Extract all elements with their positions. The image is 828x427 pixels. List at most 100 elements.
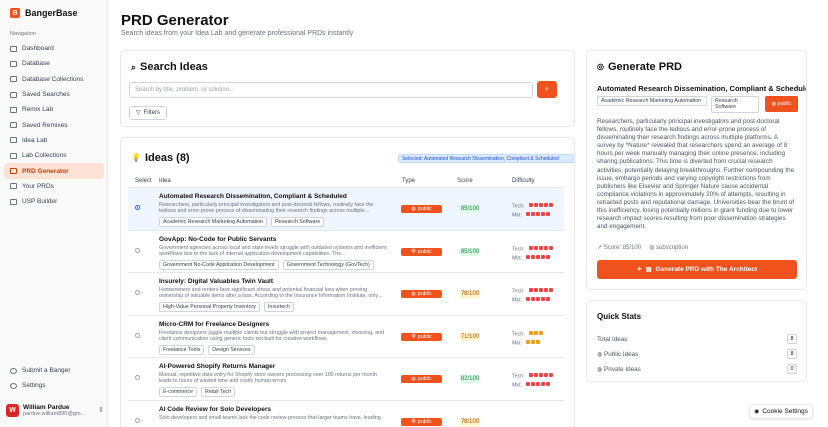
- filter-icon: ▽: [136, 110, 141, 116]
- sidebar-item-database-collections[interactable]: Database Collections: [4, 72, 104, 87]
- idea-tags: Government No-Code Application Developme…: [159, 259, 374, 270]
- difficulty-dot: [538, 373, 543, 377]
- generate-tag: Research Software: [711, 96, 759, 113]
- sidebar-item-prd-generator[interactable]: PRD Generator: [4, 163, 104, 179]
- sidebar-item-label: Database Collections: [22, 75, 84, 83]
- quick-stats-title: Quick Stats: [597, 312, 642, 321]
- generate-tag: Academic Research Marketing Automation: [597, 96, 707, 107]
- difficulty-dot: [533, 373, 538, 377]
- difficulty-dot: [533, 245, 538, 250]
- difficulty-dots: [528, 372, 554, 381]
- globe-icon: ◍: [411, 205, 416, 212]
- table-row[interactable]: Insurely: Digital Valuables Twin Vault Ho…: [128, 272, 564, 315]
- select-radio[interactable]: [135, 247, 140, 253]
- difficulty-dots: [526, 296, 551, 305]
- idea-tags: E-commerce Retail Tech: [159, 387, 236, 397]
- idea-tag: High-Value Personal Property Inventory: [159, 302, 260, 312]
- sidebar-item-settings[interactable]: Settings: [4, 378, 104, 393]
- select-radio[interactable]: [135, 375, 140, 380]
- cookie-settings-button[interactable]: ◉ Cookie Settings: [749, 404, 813, 419]
- globe-icon: ◍: [411, 375, 416, 382]
- user-menu[interactable]: W William Pardue pardue.william890@gm...…: [6, 400, 104, 420]
- col-type: Type: [402, 178, 416, 184]
- difficulty: Tech: Mkt:: [512, 330, 544, 348]
- table-row[interactable]: AI Code Review for Solo Developers Solo d…: [128, 399, 564, 427]
- idea-description: Homeowners and renters face significant …: [159, 287, 383, 300]
- difficulty-dot: [526, 382, 531, 387]
- sidebar-item-saved-remixes[interactable]: Saved Remixes: [4, 117, 104, 132]
- score-badge: 85/100: [460, 247, 480, 256]
- search-input[interactable]: Search by title, problem, or solution...: [129, 82, 533, 98]
- difficulty-line: Mkt:: [512, 339, 544, 348]
- idea-tag: Research Software: [271, 217, 325, 227]
- cookie-icon: ◉: [754, 408, 760, 415]
- sidebar-item-lab-collections[interactable]: Lab Collections: [4, 148, 104, 163]
- difficulty-dot: [541, 254, 546, 259]
- sidebar-item-remix-lab[interactable]: Remix Lab: [4, 102, 104, 117]
- sidebar-item-submit-a-banger[interactable]: Submit a Banger: [4, 363, 104, 378]
- folder-icon: [10, 91, 17, 98]
- search-button[interactable]: ⌕: [537, 81, 557, 98]
- generate-title-text: Generate PRD: [607, 61, 682, 73]
- globe-icon: ◍: [649, 245, 655, 251]
- folder-icon: [10, 76, 17, 83]
- table-row[interactable]: Micro-CRM for Freelance Designers Freelan…: [128, 314, 564, 358]
- chevron-updown-icon[interactable]: ⇕: [98, 407, 104, 414]
- sidebar-item-idea-lab[interactable]: Idea Lab: [4, 133, 104, 148]
- type-badge: ◍ public: [401, 417, 442, 426]
- difficulty-dot: [533, 203, 538, 207]
- sidebar-item-label: Submit a Banger: [22, 367, 71, 375]
- idea-title: AI Code Review for Solo Developers: [159, 405, 271, 413]
- difficulty-line: Mkt:: [512, 211, 554, 220]
- type-badge: ◍ public: [401, 290, 442, 298]
- folder-icon: [10, 152, 17, 159]
- stat-public-value: 8: [787, 349, 797, 359]
- table-row[interactable]: Automated Research Dissemination, Compli…: [128, 187, 564, 230]
- difficulty-label: Mkt:: [512, 255, 523, 262]
- difficulty-label: Tech:: [512, 373, 525, 380]
- sidebar-item-label: Settings: [22, 382, 46, 390]
- select-radio[interactable]: [135, 205, 140, 210]
- generate-title: ◎ Generate PRD: [597, 61, 682, 73]
- idea-description: Government agencies across local and sta…: [159, 244, 387, 257]
- difficulty-dot: [536, 297, 541, 302]
- model-meta-text: subscription: [655, 245, 688, 251]
- difficulty-dot: [546, 212, 551, 217]
- generate-prd-button[interactable]: ✦ ▤ Generate PRD with The Architect: [597, 260, 797, 279]
- sidebar-item-usp-builder[interactable]: USP Builder: [4, 194, 104, 209]
- generate-idea-title: Automated Research Dissemination, Compli…: [597, 84, 807, 93]
- difficulty-dot: [541, 382, 546, 387]
- sidebar-item-label: Database: [22, 60, 50, 68]
- sidebar-item-dashboard[interactable]: Dashboard: [4, 41, 104, 56]
- folder-icon: [10, 122, 17, 129]
- difficulty-dot: [531, 212, 536, 217]
- idea-title: Automated Research Dissemination, Compli…: [159, 193, 347, 200]
- sidebar-item-database[interactable]: Database: [4, 56, 104, 71]
- difficulty-dots: [528, 245, 554, 254]
- difficulty-dot: [543, 288, 548, 292]
- sidebar-item-saved-searches[interactable]: Saved Searches: [4, 87, 104, 102]
- filters-button[interactable]: ▽ Filters: [129, 106, 167, 120]
- difficulty: Tech: Mkt:: [512, 202, 554, 220]
- brand[interactable]: B BangerBase: [10, 8, 78, 18]
- select-radio[interactable]: [135, 332, 140, 338]
- sidebar-item-label: USP Builder: [22, 198, 58, 206]
- difficulty-label: Mkt:: [512, 297, 523, 304]
- score-badge: 82/100: [460, 375, 480, 383]
- sidebar-item-label: PRD Generator: [22, 167, 69, 175]
- difficulty-dot: [543, 203, 548, 207]
- search-icon: ⌕: [545, 86, 549, 93]
- stat-private-label-wrap: ◍ Private Ideas: [597, 366, 641, 373]
- type-text: public: [417, 376, 432, 382]
- sidebar-item-your-prds[interactable]: Your PRDs: [4, 179, 104, 194]
- difficulty-dot: [531, 339, 536, 344]
- sidebar-bottom: Submit a Banger Settings: [4, 363, 104, 394]
- difficulty-label: Tech:: [512, 288, 525, 295]
- select-radio[interactable]: [135, 417, 140, 423]
- type-text: public: [417, 418, 432, 425]
- select-radio[interactable]: [135, 290, 140, 295]
- page-subtitle: Search ideas from your Idea Lab and gene…: [121, 30, 354, 37]
- table-row[interactable]: GovApp: No-Code for Public Servants Gover…: [128, 229, 564, 273]
- table-row[interactable]: AI-Powered Shopify Returns Manager Manual…: [128, 357, 564, 400]
- difficulty: Tech: Mkt:: [512, 245, 554, 263]
